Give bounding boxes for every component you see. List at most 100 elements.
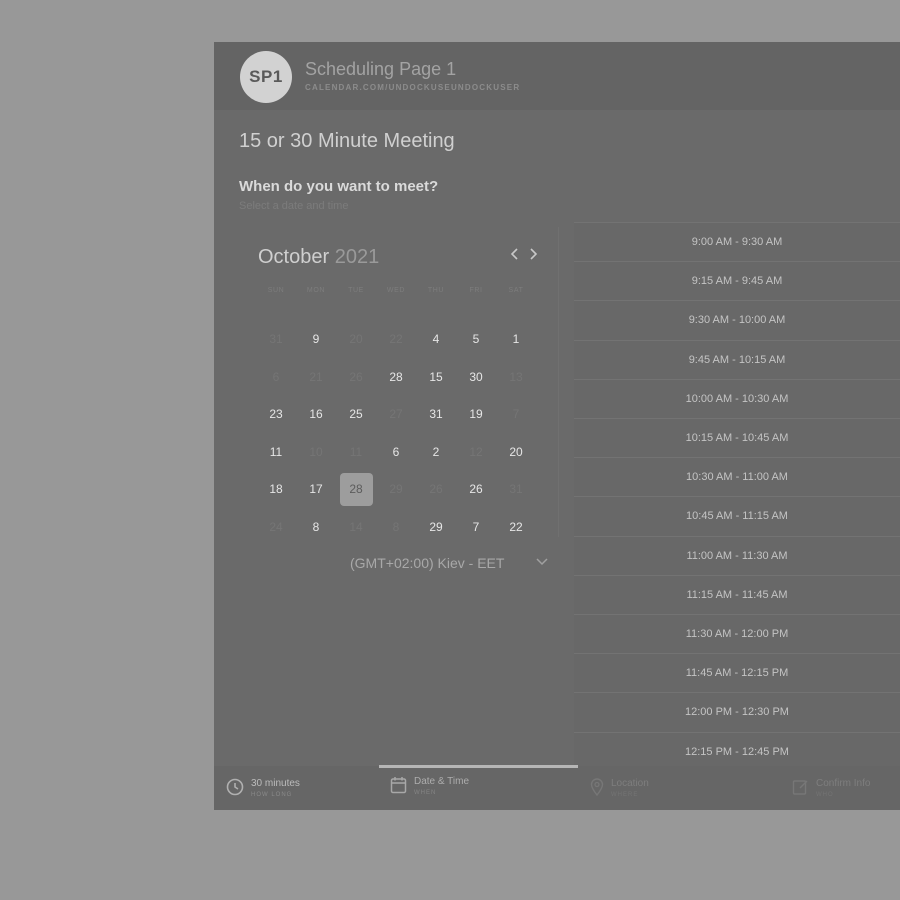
day-number: 28 — [339, 472, 373, 506]
day-number: 6 — [392, 444, 400, 459]
day-cell[interactable]: 5 — [456, 321, 496, 359]
step-confirm-sub: WHO — [816, 792, 834, 798]
day-cell: 26 — [416, 471, 456, 509]
day-number: 5 — [472, 332, 480, 347]
day-number: 25 — [349, 407, 363, 422]
prev-month-button[interactable] — [508, 245, 522, 266]
day-cell: 8 — [376, 508, 416, 546]
page-url[interactable]: CALENDAR.COM/UNDOCKUSEUNDOCKUSER — [305, 83, 520, 92]
day-cell[interactable]: 8 — [296, 508, 336, 546]
time-slot[interactable]: 11:15 AM - 11:45 AM — [574, 574, 900, 614]
step-duration[interactable]: 30 minutes HOW LONG — [226, 778, 300, 800]
year-label: 2021 — [334, 246, 380, 268]
day-cell: 7 — [496, 396, 536, 434]
day-cell[interactable]: 7 — [456, 508, 496, 546]
calendar: October 2021 SUN MON TUE WED THU FRI SAT 31 9 20 2… — [238, 227, 559, 537]
time-slot[interactable]: 9:30 AM - 10:00 AM — [574, 300, 900, 339]
day-cell[interactable]: 15 — [416, 358, 456, 396]
day-cell[interactable]: 26 — [456, 471, 496, 509]
time-slot[interactable]: 11:30 AM - 12:00 PM — [574, 614, 900, 653]
timezone-select[interactable]: (GMT+02:00) Kiev - EET — [350, 555, 504, 571]
day-number: 6 — [272, 369, 280, 384]
day-number: 4 — [432, 332, 440, 347]
day-number: 7 — [512, 407, 520, 422]
day-number: 22 — [389, 332, 403, 347]
time-slot[interactable]: 11:00 AM - 11:30 AM — [574, 535, 900, 575]
time-slot[interactable]: 11:45 AM - 12:15 PM — [574, 653, 900, 692]
day-cell[interactable]: 22 — [496, 508, 536, 546]
day-cell[interactable]: 31 — [416, 396, 456, 434]
day-number: 11 — [269, 444, 283, 459]
day-number: 31 — [509, 482, 523, 497]
day-cell: 11 — [336, 433, 376, 471]
day-cell[interactable]: 18 — [256, 471, 296, 509]
day-number: 18 — [269, 482, 283, 497]
day-cell: 27 — [376, 396, 416, 434]
day-number: 20 — [349, 332, 363, 347]
day-number: 9 — [312, 332, 320, 347]
step-confirm[interactable]: Confirm Info WHO — [792, 778, 870, 800]
day-cell[interactable]: 11 — [256, 433, 296, 471]
day-number: 8 — [392, 519, 400, 534]
day-number: 7 — [472, 519, 480, 534]
day-cell: 22 — [376, 321, 416, 359]
day-number: 1 — [512, 332, 520, 347]
step-confirm-label: Confirm Info — [816, 778, 871, 789]
month-year-label: October 2021 — [258, 246, 379, 269]
weekday-label: FRI — [469, 287, 483, 294]
day-cell[interactable]: 4 — [416, 321, 456, 359]
next-month-button[interactable] — [526, 245, 540, 266]
day-cell[interactable]: 30 — [456, 358, 496, 396]
day-cell[interactable]: 28 — [376, 358, 416, 396]
time-slot[interactable]: 10:30 AM - 11:00 AM — [574, 457, 900, 496]
time-slot-list[interactable]: 9:00 AM - 9:30 AM 9:15 AM - 9:45 AM 9:30 A… — [574, 222, 900, 767]
day-cell: 10 — [296, 433, 336, 471]
day-cell[interactable]: 17 — [296, 471, 336, 509]
day-cell[interactable]: 6 — [376, 433, 416, 471]
step-duration-sub: HOW LONG — [251, 792, 293, 798]
day-number: 27 — [389, 407, 403, 422]
day-cell: 14 — [336, 508, 376, 546]
day-number: 20 — [509, 444, 523, 459]
time-slot[interactable]: 9:00 AM - 9:30 AM — [574, 222, 900, 261]
selected-day-cell[interactable]: 28 — [336, 471, 376, 509]
avatar: SP1 — [240, 51, 292, 103]
time-slot[interactable]: 12:00 PM - 12:30 PM — [574, 692, 900, 731]
day-cell[interactable]: 20 — [496, 433, 536, 471]
time-slot[interactable]: 10:00 AM - 10:30 AM — [574, 378, 900, 418]
day-cell[interactable]: 29 — [416, 508, 456, 546]
time-slot[interactable]: 12:15 PM - 12:45 PM — [574, 731, 900, 771]
day-cell[interactable]: 25 — [336, 396, 376, 434]
day-cell: 12 — [456, 433, 496, 471]
day-number: 19 — [469, 407, 483, 422]
time-slot[interactable]: 10:15 AM - 10:45 AM — [574, 418, 900, 457]
day-cell[interactable]: 2 — [416, 433, 456, 471]
time-slot[interactable]: 9:15 AM - 9:45 AM — [574, 261, 900, 300]
step-location[interactable]: Location WHERE — [590, 778, 649, 800]
weekday-label: MON — [306, 287, 326, 294]
question-heading: When do you want to meet? — [239, 178, 439, 195]
page-header: SP1 Scheduling Page 1 CALENDAR.COM/UNDOC… — [214, 42, 900, 110]
day-cell[interactable]: 9 — [296, 321, 336, 359]
time-slot[interactable]: 9:45 AM - 10:15 AM — [574, 339, 900, 379]
month-label: October — [258, 246, 330, 268]
day-number: 2 — [432, 444, 440, 459]
day-number: 26 — [429, 482, 443, 497]
day-cell: 31 — [256, 321, 296, 359]
weekday-label: SUN — [267, 287, 285, 294]
chevron-down-icon[interactable] — [536, 555, 548, 569]
weekday-label: THU — [427, 287, 445, 294]
step-footer: 30 minutes HOW LONG Date & Time WHEN Loc… — [214, 765, 900, 810]
day-number: 13 — [509, 369, 523, 384]
step-date-time[interactable]: Date & Time WHEN — [390, 776, 469, 798]
time-slot[interactable]: 10:45 AM - 11:15 AM — [574, 496, 900, 535]
day-number: 12 — [469, 444, 483, 459]
step-duration-label: 30 minutes — [251, 778, 300, 789]
day-cell[interactable]: 16 — [296, 396, 336, 434]
day-cell[interactable]: 19 — [456, 396, 496, 434]
day-number: 22 — [509, 519, 523, 534]
day-cell[interactable]: 1 — [496, 321, 536, 359]
day-cell[interactable]: 23 — [256, 396, 296, 434]
day-number: 21 — [309, 369, 323, 384]
chevron-left-icon — [510, 248, 518, 260]
